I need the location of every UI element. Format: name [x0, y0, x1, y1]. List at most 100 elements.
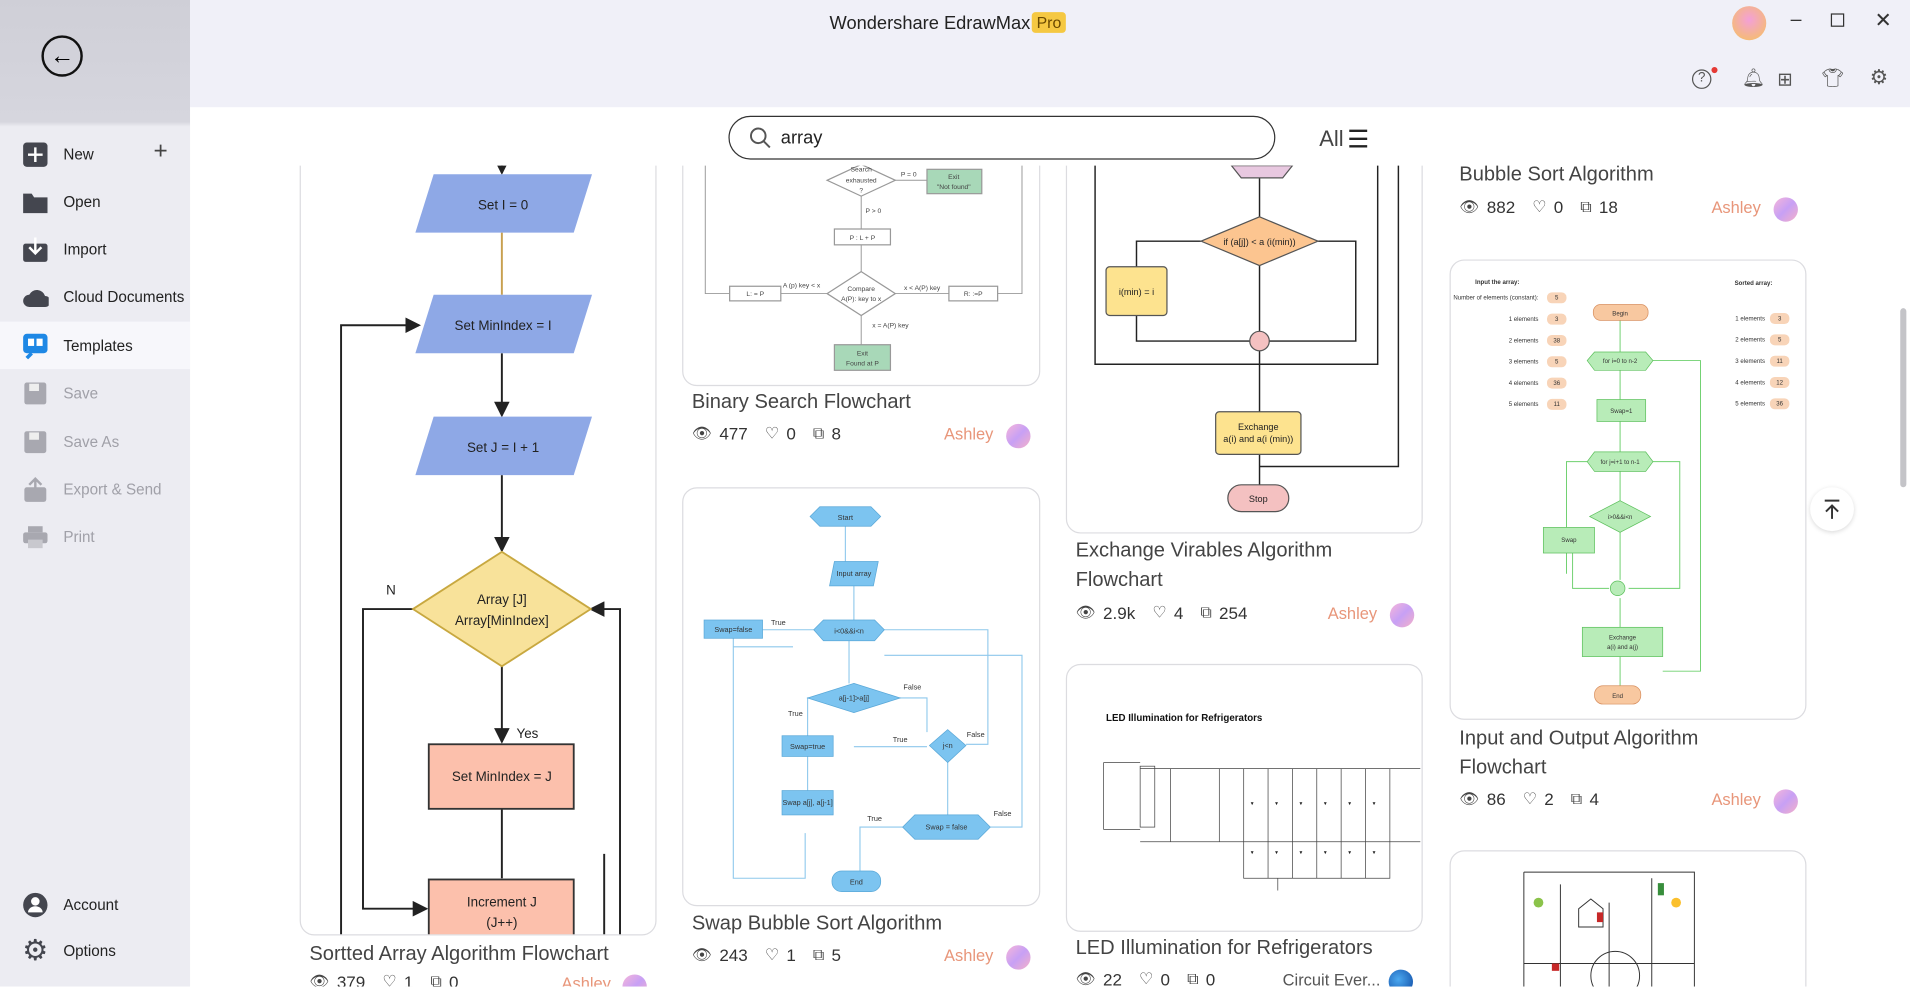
apps-grid-icon[interactable]: ⊞ [1777, 68, 1792, 90]
sidebar-item-cloud-documents[interactable]: Cloud Documents [0, 273, 190, 321]
author-avatar[interactable] [1006, 945, 1031, 970]
author-name[interactable]: Ashley [944, 425, 993, 443]
sidebar-item-label: Export & Send [63, 480, 162, 498]
template-thumbnail[interactable] [1449, 850, 1807, 987]
card-title[interactable]: Swap Bubble Sort Algorithm [692, 909, 942, 938]
card-title[interactable]: Input and Output Algorithm Flowchart [1459, 724, 1776, 782]
template-thumbnail[interactable]: if (a[j]) < a (i(min)) i(min) = i Exchan… [1065, 165, 1423, 534]
card-stats: 👁︎ 243 ♡ 1 ⧉ 5 [692, 945, 853, 964]
shape-label: Array[MinIndex] [455, 613, 549, 628]
sidebar-item-label: Cloud Documents [63, 288, 185, 306]
close-icon[interactable]: ✕ [1875, 9, 1892, 33]
sidebar-item-import[interactable]: Import [0, 225, 190, 273]
views-count: 882 [1486, 197, 1516, 217]
copies-count: 254 [1219, 602, 1248, 623]
row-label: 5 elements [1735, 401, 1765, 408]
shape-label: Exchange [1238, 422, 1279, 432]
author-avatar[interactable] [1389, 602, 1415, 628]
views-count: 243 [719, 945, 748, 965]
user-avatar[interactable] [1732, 6, 1767, 41]
shape-label: P > 0 [866, 208, 882, 215]
views-icon: 👁︎ [1459, 789, 1480, 808]
template-thumbnail[interactable]: Set I = 0 Set MinIndex = I Set J = I + 1… [299, 165, 657, 936]
author-avatar[interactable] [1773, 197, 1798, 222]
card-title[interactable]: Exchange Virables Algorithm Flowchart [1076, 536, 1405, 594]
menu-lines-icon: ☰ [1347, 126, 1370, 154]
row-value: 38 [1553, 337, 1560, 344]
author-avatar[interactable] [1773, 789, 1798, 814]
views-count: 22 [1103, 969, 1122, 987]
shape-label: Input array [836, 569, 871, 578]
author-avatar[interactable] [1388, 969, 1414, 987]
row-value: 3 [1555, 316, 1559, 323]
author-name[interactable]: Circuit Ever... [1283, 971, 1381, 987]
search-box[interactable] [728, 115, 1276, 160]
template-thumbnail[interactable]: LED Illumination for Refrigerators ▼ ▼ ▼ ▼ ▼… [1065, 663, 1423, 932]
copies-count: 0 [1205, 969, 1216, 987]
svg-text:▼: ▼ [1274, 851, 1279, 856]
shape-label: True [893, 735, 908, 744]
heart-icon: ♡ [1532, 197, 1547, 216]
row-label: 4 elements [1509, 380, 1539, 387]
card-title[interactable]: LED Illumination for Refrigerators [1076, 933, 1373, 962]
likes-count: 0 [786, 423, 796, 444]
search-input[interactable] [780, 127, 1220, 149]
sidebar-item-options[interactable]: ⚙ Options [0, 927, 190, 975]
author-avatar[interactable] [622, 974, 647, 987]
sidebar-item-account[interactable]: Account [0, 881, 190, 929]
theme-shirt-icon[interactable]: 👕︎ [1821, 67, 1844, 89]
filter-all-button[interactable]: All ☰ [1319, 124, 1369, 154]
template-thumbnail[interactable]: Start Input array i<0&&i<n Swap=false a[… [682, 487, 1041, 907]
views-count: 86 [1486, 789, 1506, 809]
card-title[interactable]: Sortted Array Algorithm Flowchart [309, 939, 608, 968]
shape-label: Swap=false [714, 625, 752, 634]
card-title[interactable]: Bubble Sort Algorithm [1459, 166, 1653, 189]
shape-label: Set MinIndex = J [452, 769, 552, 784]
author-avatar[interactable] [1006, 423, 1031, 449]
author-name[interactable]: Ashley [1711, 791, 1760, 809]
sidebar-item-open[interactable]: Open [0, 178, 190, 226]
sidebar-item-print[interactable]: Print [0, 513, 190, 561]
back-arrow-icon[interactable]: ← [41, 35, 83, 77]
card-stats: 👁︎ 477 ♡ 0 ⧉ 8 [692, 424, 853, 443]
scrollbar-thumb[interactable] [1900, 308, 1907, 488]
shape-label: for i=0 to n-2 [1603, 358, 1638, 365]
row-label: 1 elements [1735, 315, 1765, 322]
bell-icon[interactable]: 🔔︎ [1742, 67, 1765, 89]
sidebar-item-save[interactable]: Save [0, 369, 190, 417]
plus-square-icon [22, 141, 49, 168]
views-icon: 👁︎ [691, 423, 713, 443]
sidebar-item-export-send[interactable]: Export & Send [0, 465, 190, 513]
templates-grid: Set I = 0 Set MinIndex = I Set J = I + 1… [190, 165, 1895, 987]
author-name[interactable]: Ashley [562, 974, 611, 986]
shape-label: a[j-1]>a[j] [839, 693, 869, 702]
sidebar-item-templates[interactable]: Templates [0, 321, 191, 370]
row-value: 5 [1555, 359, 1559, 366]
card-title[interactable]: Binary Search Flowchart [692, 387, 911, 416]
sidebar-item-label: Account [63, 895, 119, 913]
add-plus-icon[interactable]: + [153, 138, 167, 166]
shape-label: Swap [1561, 537, 1577, 544]
help-icon[interactable]: ? [1691, 69, 1712, 89]
back-to-top-button[interactable] [1810, 487, 1854, 532]
import-icon [22, 236, 49, 263]
sidebar-item-save-as[interactable]: Save As [0, 418, 190, 466]
settings-gear-icon[interactable]: ⚙ [1870, 66, 1889, 90]
restore-icon[interactable] [1830, 13, 1845, 27]
card-stats: 👁︎ 379 ♡ 1 ⧉ 0 [309, 972, 470, 987]
print-icon [22, 523, 49, 550]
template-thumbnail[interactable]: Search exhausted ? P = 0 P > 0 Exit "Not… [682, 165, 1041, 387]
author-name[interactable]: Ashley [1711, 199, 1760, 217]
scrollbar-track[interactable] [1895, 107, 1910, 986]
card-stats: 👁︎ 2.9k ♡ 4 ⧉ 254 [1076, 603, 1260, 622]
author-name[interactable]: Ashley [944, 946, 993, 964]
row-label: 4 elements [1735, 379, 1765, 386]
row-value: 11 [1554, 401, 1561, 408]
shape-label: ? [859, 187, 863, 194]
template-thumbnail[interactable]: Input the array: Sorted array: Number of… [1449, 259, 1807, 720]
views-icon: 👁︎ [1075, 602, 1096, 622]
author-name[interactable]: Ashley [1328, 604, 1377, 622]
sidebar-item-new[interactable]: New + [0, 130, 190, 178]
minimize-icon[interactable]: – [1791, 10, 1802, 32]
shape-label: Set MinIndex = I [455, 318, 552, 333]
